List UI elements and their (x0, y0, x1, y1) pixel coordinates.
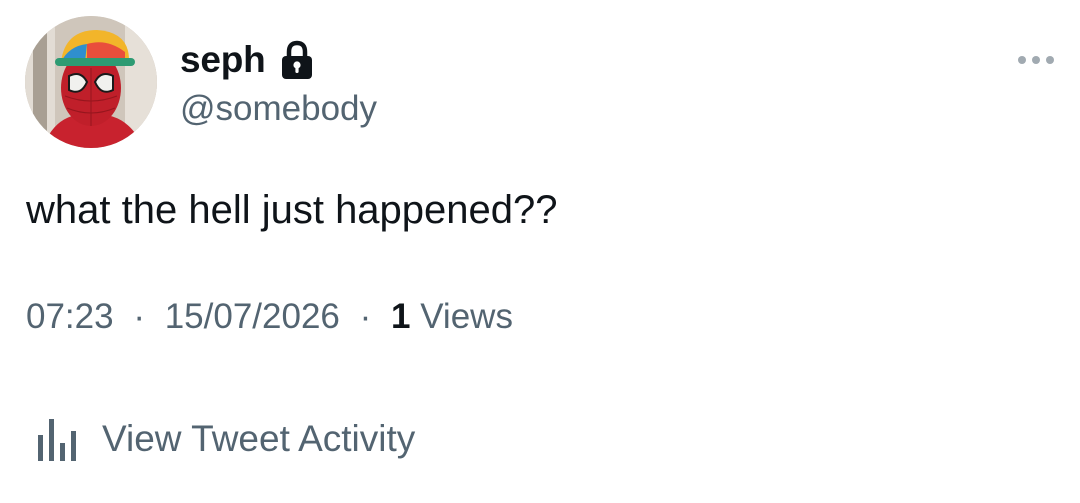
spiderman-avatar-icon (25, 16, 157, 148)
view-tweet-activity-button[interactable]: View Tweet Activity (34, 414, 415, 464)
views-count: 1 (391, 297, 411, 336)
lock-icon (280, 40, 314, 80)
display-name[interactable]: seph (180, 36, 266, 84)
tweet-date[interactable]: 15/07/2026 (165, 297, 340, 336)
tweet-meta: 07:23 · 15/07/2026 · 1 Views (26, 294, 513, 340)
meta-separator: · (359, 297, 372, 336)
user-handle[interactable]: @somebody (180, 87, 377, 131)
meta-separator: · (133, 297, 145, 336)
bar-chart-icon (34, 415, 82, 463)
views-label: Views (420, 297, 513, 336)
tweet-text: what the hell just happened?? (26, 188, 558, 232)
user-name-row: seph (180, 36, 314, 84)
tweet-card: seph @somebody what the hell just happen… (0, 0, 1080, 503)
view-tweet-activity-label: View Tweet Activity (102, 418, 416, 459)
tweet-time[interactable]: 07:23 (26, 297, 114, 336)
more-icon[interactable] (1012, 48, 1060, 72)
avatar[interactable] (25, 16, 157, 148)
